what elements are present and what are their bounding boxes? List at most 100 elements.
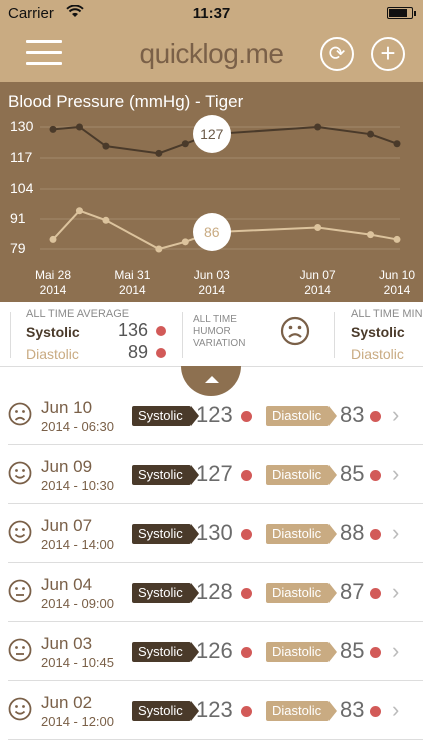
entry-row[interactable]: Jun 04 2014 - 09:00 Systolic 128 Diastolic 87… xyxy=(8,563,423,622)
sync-button[interactable]: ⟳ xyxy=(320,37,354,71)
data-point xyxy=(102,216,110,224)
divider xyxy=(182,312,183,358)
data-point xyxy=(393,235,401,243)
entry-date: Jun 02 xyxy=(41,693,93,712)
app-logo: quicklog.me xyxy=(139,38,284,69)
data-point xyxy=(393,140,401,148)
chart-title: Blood Pressure (mmHg) - Tiger xyxy=(8,92,244,111)
y-tick-label: 130 xyxy=(10,118,34,134)
systolic-status-dot xyxy=(241,706,252,717)
y-tick-label: 79 xyxy=(10,240,26,256)
diastolic-value: 85 xyxy=(340,461,365,486)
entry-time: 2014 - 12:00 xyxy=(41,714,115,729)
diastolic-tag: Diastolic xyxy=(266,701,338,721)
value-bubble: 86 xyxy=(192,213,231,252)
humor-label-1: ALL TIME xyxy=(193,314,237,325)
value-bubble: 127 xyxy=(192,115,231,154)
systolic-tag: Systolic xyxy=(132,583,199,603)
data-point xyxy=(155,245,163,253)
systolic-tag: Systolic xyxy=(132,465,199,485)
entry-time: 2014 - 14:00 xyxy=(41,537,115,552)
entry-date: Jun 07 xyxy=(41,516,93,535)
y-tick-label: 104 xyxy=(10,180,34,196)
blood-pressure-chart[interactable]: Blood Pressure (mmHg) - Tiger 130 117 104 9… xyxy=(0,82,423,302)
humor-block: ALL TIME HUMOR VARIATION xyxy=(193,314,273,350)
diastolic-status-dot xyxy=(370,411,381,422)
entry-date: Jun 04 xyxy=(41,575,93,594)
entry-date: Jun 10 xyxy=(41,398,93,417)
systolic-tag: Systolic xyxy=(132,524,199,544)
add-entry-button[interactable]: + xyxy=(371,37,405,71)
divider xyxy=(10,312,11,358)
minimum-label: ALL TIME MIN xyxy=(351,308,423,320)
diastolic-tag: Diastolic xyxy=(266,406,338,426)
diastolic-status-dot xyxy=(370,647,381,658)
data-point xyxy=(314,123,322,131)
entry-row[interactable]: Jun 03 2014 - 10:45 Systolic 126 Diastolic 85… xyxy=(8,622,423,681)
x-tick-label: Mai 28 2014 xyxy=(34,268,72,297)
neutral-face-icon xyxy=(8,638,32,667)
systolic-tag: Systolic xyxy=(132,406,199,426)
diastolic-value: 87 xyxy=(340,579,365,604)
happy-face-icon xyxy=(8,697,32,726)
diastolic-status-dot xyxy=(156,348,166,358)
diastolic-status-dot xyxy=(370,588,381,599)
entry-row[interactable]: Jun 02 2014 - 12:00 Systolic 123 Diastolic 83… xyxy=(8,681,423,740)
data-point xyxy=(75,123,83,131)
systolic-value: 127 xyxy=(196,461,233,486)
minimum-diastolic-label: Diastolic xyxy=(351,346,404,362)
nav-bar: quicklog.me ⟳ + xyxy=(0,26,423,82)
diastolic-tag: Diastolic xyxy=(266,583,338,603)
x-tick-label: Jun 03 2014 xyxy=(193,268,230,297)
data-point xyxy=(155,149,163,157)
happy-face-icon xyxy=(8,520,32,549)
entry-row[interactable]: Jun 07 2014 - 14:00 Systolic 130 Diastolic 88… xyxy=(8,504,423,563)
systolic-value: 123 xyxy=(196,402,233,427)
summary-panel[interactable]: ALL TIME AVERAGE Systolic 136 Diastolic … xyxy=(0,302,423,367)
entry-time: 2014 - 06:30 xyxy=(41,419,115,434)
average-label: ALL TIME AVERAGE xyxy=(26,308,130,320)
sad-face-icon xyxy=(8,402,32,431)
systolic-status-dot xyxy=(156,326,166,336)
x-tick-label: Mai 31 2014 xyxy=(114,268,151,297)
neutral-face-icon xyxy=(8,579,32,608)
data-point xyxy=(181,140,189,148)
diastolic-value: 85 xyxy=(340,638,365,663)
average-systolic-label: Systolic xyxy=(26,324,80,340)
average-diastolic-label: Diastolic xyxy=(26,346,79,362)
data-point xyxy=(49,125,57,133)
average-systolic-value: 136 xyxy=(117,320,148,340)
systolic-value: 126 xyxy=(196,638,233,663)
diastolic-tag: Diastolic xyxy=(266,642,338,662)
average-block: ALL TIME AVERAGE Systolic 136 Diastolic … xyxy=(26,308,170,364)
x-tick-label: Jun 10 2014 xyxy=(378,268,416,297)
entry-time: 2014 - 10:45 xyxy=(41,655,115,670)
systolic-status-dot xyxy=(241,470,252,481)
entry-row[interactable]: Jun 09 2014 - 10:30 Systolic 127 Diastolic 85… xyxy=(8,445,423,504)
clock: 11:37 xyxy=(192,5,231,22)
systolic-status-dot xyxy=(241,647,252,658)
data-point xyxy=(181,238,189,246)
minimum-systolic-label: Systolic xyxy=(351,324,405,340)
x-tick-label: Jun 07 2014 xyxy=(299,268,336,297)
diastolic-value: 88 xyxy=(340,520,365,545)
chevron-right-icon: › xyxy=(392,461,400,486)
entry-time: 2014 - 10:30 xyxy=(41,478,115,493)
humor-label-2: HUMOR xyxy=(193,326,231,337)
happy-face-icon xyxy=(8,461,32,490)
y-tick-label: 91 xyxy=(10,210,26,226)
sad-face-icon xyxy=(280,316,310,351)
diastolic-value: 83 xyxy=(340,697,365,722)
systolic-value: 123 xyxy=(196,697,233,722)
data-point xyxy=(314,223,322,231)
diastolic-value: 83 xyxy=(340,402,365,427)
entry-date: Jun 03 xyxy=(41,634,93,653)
entry-list[interactable]: Jun 10 2014 - 06:30 Systolic 123 Diastolic 83… xyxy=(0,386,423,740)
refresh-icon: ⟳ xyxy=(328,43,346,65)
diastolic-tag: Diastolic xyxy=(266,465,338,485)
systolic-value: 130 xyxy=(196,520,233,545)
average-diastolic-value: 89 xyxy=(127,342,148,362)
diastolic-status-dot xyxy=(370,470,381,481)
minimum-block: ALL TIME MIN Systolic Diastolic xyxy=(351,308,423,364)
chevron-right-icon: › xyxy=(392,638,400,663)
